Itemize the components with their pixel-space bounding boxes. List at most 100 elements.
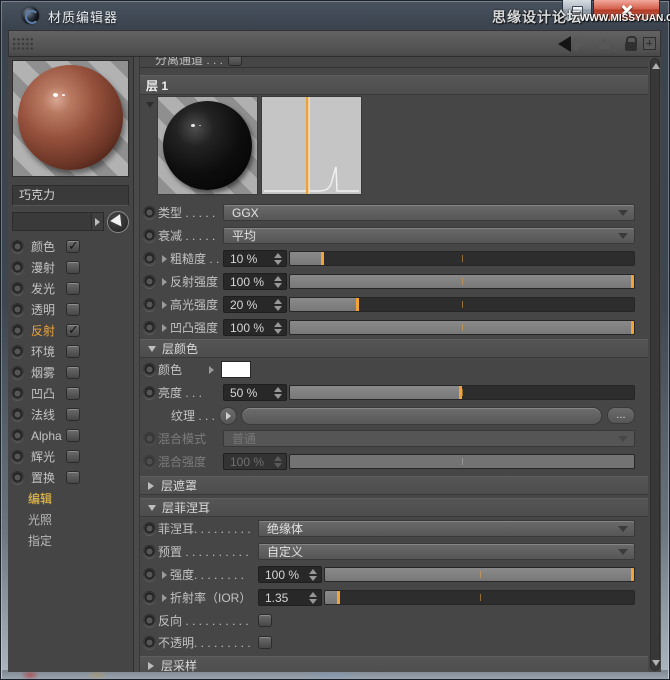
sidebar-channel-bump[interactable]: 凹凸	[8, 383, 133, 404]
brightness-slider[interactable]	[289, 385, 635, 400]
reflection-strength-spinner[interactable]: 100 %	[223, 273, 287, 290]
param-radio-icon[interactable]	[143, 591, 156, 604]
grip-dots-icon[interactable]	[12, 37, 34, 51]
channel-radio-icon[interactable]	[11, 387, 24, 400]
expand-arrow-icon[interactable]	[158, 255, 170, 263]
up-arrow-icon[interactable]	[597, 38, 611, 49]
channel-radio-icon[interactable]	[11, 324, 24, 337]
ior-slider[interactable]	[324, 590, 635, 605]
channel-checkbox[interactable]	[66, 366, 80, 379]
sidebar-channel-color[interactable]: 颜色	[8, 236, 133, 257]
texture-browse-button[interactable]: ...	[607, 407, 635, 424]
channel-checkbox[interactable]	[66, 408, 80, 421]
param-radio-icon[interactable]	[143, 275, 156, 288]
titlebar[interactable]: 材质编辑器 思缘设计论坛 WWW.MISSYUAN.COM	[0, 0, 670, 30]
reflection-strength-slider[interactable]	[289, 274, 635, 289]
expand-arrow-icon[interactable]	[158, 571, 170, 579]
param-radio-icon[interactable]	[143, 298, 156, 311]
lock-icon[interactable]	[625, 42, 637, 51]
expand-arrow-icon[interactable]	[205, 366, 217, 374]
channel-radio-icon[interactable]	[11, 408, 24, 421]
sidebar-channel-environment[interactable]: 环境	[8, 341, 133, 362]
collapse-arrow-icon[interactable]	[146, 102, 154, 108]
spinner-arrows-icon[interactable]	[274, 322, 282, 334]
layer-mask-header[interactable]: 层遮罩	[140, 476, 648, 495]
layer-brdf-curve-tile[interactable]	[261, 96, 362, 195]
expand-arrow-icon[interactable]	[158, 301, 170, 309]
fresnel-dropdown[interactable]: 绝缘体	[258, 520, 635, 537]
spinner-arrows-icon[interactable]	[309, 569, 317, 581]
channel-checkbox[interactable]	[66, 324, 80, 337]
bump-strength-slider[interactable]	[289, 320, 635, 335]
sidebar-channel-alpha[interactable]: Alpha	[8, 425, 133, 446]
roughness-slider[interactable]	[289, 251, 635, 266]
channel-radio-icon[interactable]	[11, 471, 24, 484]
param-radio-icon[interactable]	[143, 229, 156, 242]
param-radio-icon[interactable]	[143, 321, 156, 334]
param-radio-icon[interactable]	[143, 363, 156, 376]
brightness-spinner[interactable]: 50 %	[223, 384, 287, 401]
channel-checkbox[interactable]	[66, 240, 80, 253]
channel-radio-icon[interactable]	[11, 429, 24, 442]
color-swatch[interactable]	[221, 361, 251, 378]
channel-radio-icon[interactable]	[11, 345, 24, 358]
forward-arrow-icon[interactable]	[574, 37, 585, 51]
texture-field[interactable]	[241, 407, 602, 425]
param-radio-icon[interactable]	[143, 386, 156, 399]
channel-radio-icon[interactable]	[11, 261, 24, 274]
spinner-arrows-icon[interactable]	[274, 387, 282, 399]
param-radio-icon[interactable]	[143, 206, 156, 219]
channel-checkbox[interactable]	[66, 387, 80, 400]
material-preview[interactable]	[12, 60, 129, 177]
spinner-arrows-icon[interactable]	[274, 299, 282, 311]
layer-sampling-header[interactable]: 层采样	[140, 656, 648, 672]
opaque-checkbox[interactable]	[258, 636, 272, 649]
channel-radio-icon[interactable]	[11, 366, 24, 379]
channel-radio-icon[interactable]	[11, 450, 24, 463]
shader-arrow-button[interactable]	[91, 212, 104, 231]
channel-checkbox[interactable]	[66, 471, 80, 484]
sidebar-channel-transparency[interactable]: 透明	[8, 299, 133, 320]
channel-checkbox[interactable]	[66, 282, 80, 295]
sidebar-channel-normal[interactable]: 法线	[8, 404, 133, 425]
specular-strength-spinner[interactable]: 20 %	[223, 296, 287, 313]
channel-checkbox[interactable]	[66, 303, 80, 316]
scrollbar-thumb[interactable]	[650, 58, 660, 671]
back-arrow-icon[interactable]	[558, 36, 571, 52]
layer1-header[interactable]: 层 1	[140, 75, 648, 95]
sidebar-channel-luminance[interactable]: 发光	[8, 278, 133, 299]
spinner-arrows-icon[interactable]	[309, 592, 317, 604]
scroll-up-icon[interactable]	[652, 63, 660, 69]
ior-spinner[interactable]: 1.35	[258, 589, 322, 606]
texture-arrow-button[interactable]	[219, 407, 237, 425]
param-radio-icon[interactable]	[143, 568, 156, 581]
spinner-arrows-icon[interactable]	[274, 253, 282, 265]
pick-material-button[interactable]	[107, 211, 129, 233]
sidebar-channel-fog[interactable]: 烟雾	[8, 362, 133, 383]
bump-strength-spinner[interactable]: 100 %	[223, 319, 287, 336]
separate-passes-checkbox[interactable]	[228, 57, 242, 66]
sidebar-channel-reflectance[interactable]: 反射	[8, 320, 133, 341]
channel-radio-icon[interactable]	[11, 282, 24, 295]
tab-assign[interactable]: 指定	[8, 531, 133, 552]
attenuation-dropdown[interactable]: 平均	[223, 227, 635, 244]
expand-arrow-icon[interactable]	[158, 278, 170, 286]
new-window-plus-icon[interactable]	[643, 37, 656, 50]
param-radio-icon[interactable]	[143, 614, 156, 627]
strength-spinner[interactable]: 100 %	[258, 566, 322, 583]
param-radio-icon[interactable]	[143, 545, 156, 558]
tab-illumination[interactable]: 光照	[8, 510, 133, 531]
scroll-down-icon[interactable]	[652, 660, 660, 666]
layer-color-header[interactable]: 层颜色	[140, 339, 648, 358]
layer-fresnel-header[interactable]: 层菲涅耳	[140, 498, 648, 517]
channel-checkbox[interactable]	[66, 429, 80, 442]
expand-arrow-icon[interactable]	[158, 594, 170, 602]
channel-checkbox[interactable]	[66, 261, 80, 274]
roughness-spinner[interactable]: 10 %	[223, 250, 287, 267]
vertical-scrollbar[interactable]	[648, 57, 661, 672]
strength-slider[interactable]	[324, 567, 635, 582]
param-radio-icon[interactable]	[143, 522, 156, 535]
param-radio-icon[interactable]	[143, 636, 156, 649]
layer-preview-sphere-tile[interactable]	[157, 96, 258, 195]
param-radio-icon[interactable]	[143, 252, 156, 265]
